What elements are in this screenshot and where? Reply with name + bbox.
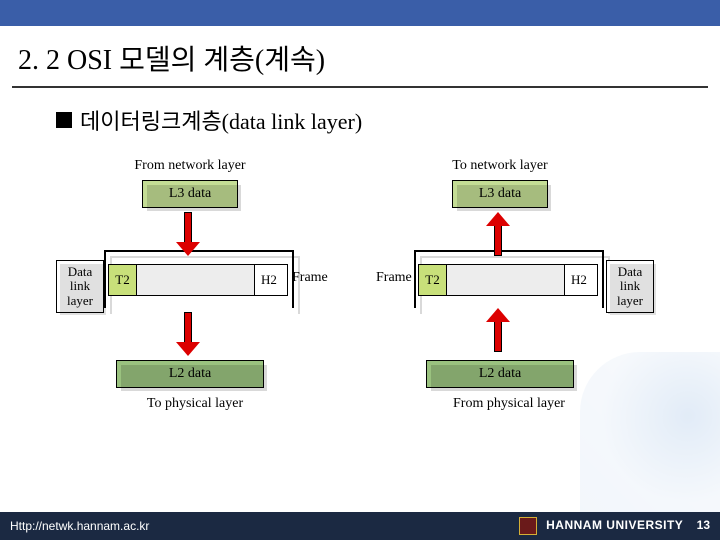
l3-data-box-left: L3 data: [142, 180, 238, 208]
page-number: 13: [697, 518, 710, 532]
l3-data-box-right: L3 data: [452, 180, 548, 208]
data-link-layer-label-right: Datalinklayer: [606, 260, 654, 313]
slide-title: 2. 2 OSI 모델의 계층(계속): [0, 26, 720, 86]
university-crest-icon: [519, 517, 537, 535]
university-name: HANNAM UNIVERSITY: [546, 518, 683, 532]
frame-caption-right: Frame: [376, 270, 412, 286]
arrow-up-2: [494, 320, 502, 352]
arrow-up-1: [494, 224, 502, 256]
title-underline: [12, 86, 708, 88]
arrow-down-1: [184, 212, 192, 244]
seg-payload-right: [447, 265, 565, 295]
l2-data-box-left: L2 data: [116, 360, 264, 388]
seg-h2-right: H2: [565, 265, 593, 295]
seg-payload-left: [137, 265, 255, 295]
left-panel: From network layer L3 data Datalinklayer…: [60, 164, 340, 424]
seg-t2-left: T2: [109, 265, 137, 295]
arrow-down-2: [184, 312, 192, 344]
frame-row-left: T2 H2: [108, 264, 288, 296]
to-physical-label: To physical layer: [130, 396, 260, 412]
from-physical-label: From physical layer: [434, 396, 584, 412]
seg-t2-right: T2: [419, 265, 447, 295]
slide-subtitle: 데이터링크계층(data link layer): [0, 104, 720, 136]
title-bar: [0, 0, 720, 26]
to-network-label: To network layer: [430, 158, 570, 174]
seg-h2-left: H2: [255, 265, 283, 295]
data-link-layer-label-left: Datalinklayer: [56, 260, 104, 313]
l2-data-box-right: L2 data: [426, 360, 574, 388]
right-panel: To network layer L3 data Frame T2 H2 Dat…: [370, 164, 650, 424]
footer-url: Http://netwk.hannam.ac.kr: [10, 519, 149, 533]
bullet-icon: [56, 112, 72, 128]
from-network-label: From network layer: [120, 158, 260, 174]
subtitle-text: 데이터링크계층(data link layer): [80, 104, 362, 136]
footer-right: HANNAM UNIVERSITY 13: [519, 517, 710, 535]
frame-row-right: T2 H2: [418, 264, 598, 296]
footer-bar: Http://netwk.hannam.ac.kr HANNAM UNIVERS…: [0, 512, 720, 540]
layer-diagram: From network layer L3 data Datalinklayer…: [60, 164, 690, 444]
